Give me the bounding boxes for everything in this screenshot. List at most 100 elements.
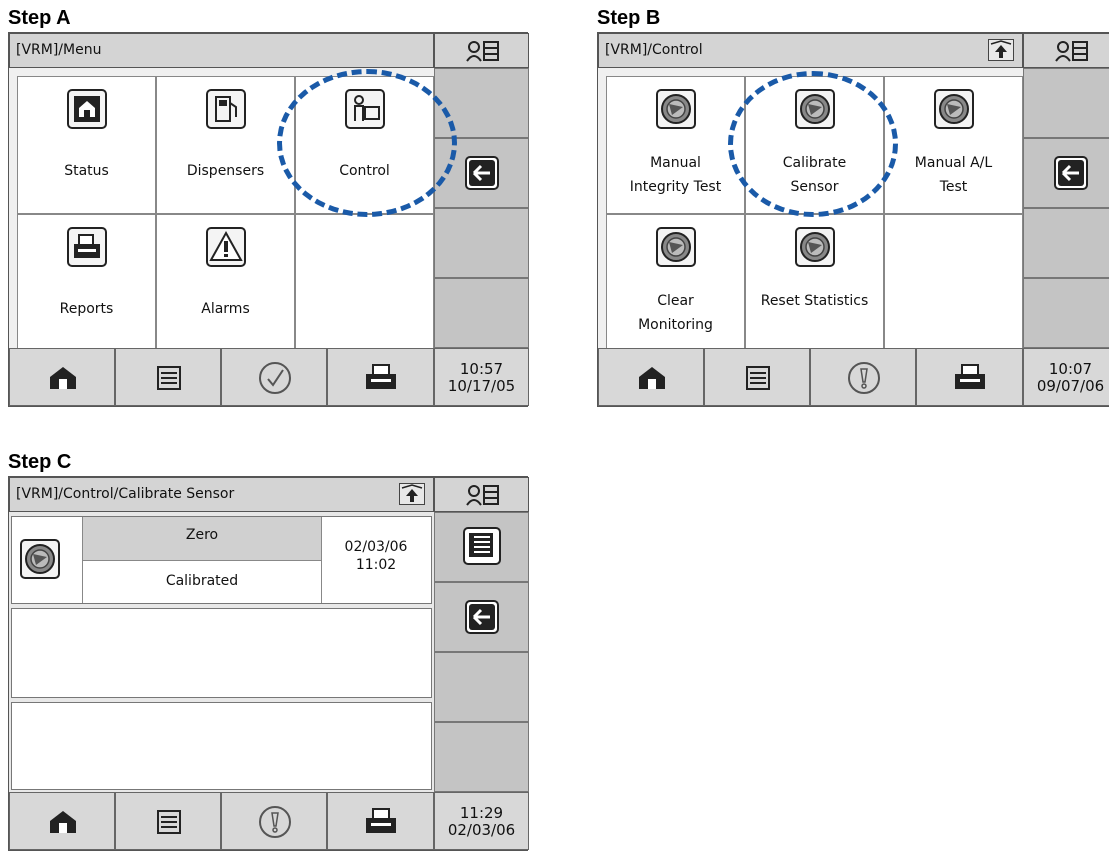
step-b-screen: [VRM]/Control Manual Integrity Test Cali… xyxy=(597,32,1109,407)
acknowledge-button[interactable] xyxy=(221,348,327,406)
list-button[interactable] xyxy=(115,792,221,850)
tile-alarms[interactable]: Alarms xyxy=(156,214,295,352)
up-button[interactable] xyxy=(988,39,1014,61)
sensor-gauge-icon xyxy=(794,227,835,267)
tile-label: Alarms xyxy=(201,301,250,317)
checkmark-icon xyxy=(259,362,291,394)
printer-icon xyxy=(366,808,396,833)
tile-label: Status xyxy=(64,163,109,179)
breadcrumb: [VRM]/Control/Calibrate Sensor xyxy=(16,486,235,502)
back-button[interactable] xyxy=(1023,138,1109,208)
list-icon xyxy=(157,810,181,834)
tile-empty xyxy=(295,214,434,352)
up-arrow-icon xyxy=(990,40,1012,58)
step-b-label: Step B xyxy=(597,7,661,29)
clock-date: 10/17/05 xyxy=(447,377,516,395)
side-button-4[interactable] xyxy=(434,722,529,792)
back-button[interactable] xyxy=(434,582,529,652)
alert-button[interactable] xyxy=(810,348,916,406)
home-button[interactable] xyxy=(9,348,115,406)
calibration-panel: Zero Calibrated 02/03/06 11:02 xyxy=(9,512,434,792)
side-button-4[interactable] xyxy=(434,278,529,348)
empty-row xyxy=(11,702,432,790)
sensor-gauge-icon xyxy=(933,89,974,129)
list-icon xyxy=(746,366,770,390)
step-c-screen: [VRM]/Control/Calibrate Sensor Zero Cali… xyxy=(8,476,529,851)
home-icon xyxy=(50,811,76,833)
tile-manual-integrity-test[interactable]: Manual Integrity Test xyxy=(606,76,745,214)
clock-time: 10:07 xyxy=(1048,360,1093,378)
clock: 10:57 10/17/05 xyxy=(434,348,529,406)
highlight-oval xyxy=(277,69,457,217)
tile-status[interactable]: Status xyxy=(17,76,156,214)
alert-circle-icon xyxy=(259,806,291,838)
title-bar: [VRM]/Control xyxy=(598,33,1023,68)
home-icon xyxy=(66,89,107,129)
side-panel xyxy=(434,68,529,348)
tile-manual-al-test[interactable]: Manual A/L Test xyxy=(884,76,1023,214)
tile-label: Reports xyxy=(59,301,114,317)
side-button-4[interactable] xyxy=(1023,278,1109,348)
step-a-screen: [VRM]/Menu Status Dispensers Control Rep… xyxy=(8,32,529,407)
user-panel-icon xyxy=(1055,41,1088,62)
home-button[interactable] xyxy=(598,348,704,406)
clock-time: 11:29 xyxy=(459,804,504,822)
alert-circle-icon xyxy=(848,362,880,394)
user-panel-button[interactable] xyxy=(1023,33,1109,68)
breadcrumb: [VRM]/Control xyxy=(605,42,703,58)
side-panel xyxy=(1023,68,1109,348)
tile-label-line1: Reset Statistics xyxy=(760,293,869,309)
back-arrow-icon xyxy=(1054,156,1088,190)
highlight-oval xyxy=(728,71,898,217)
side-button-3[interactable] xyxy=(434,652,529,722)
step-a-label: Step A xyxy=(8,7,71,29)
tile-label-line1: Manual xyxy=(650,155,701,171)
stacked-list-icon xyxy=(463,527,501,565)
up-button[interactable] xyxy=(399,483,425,505)
step-c-label: Step C xyxy=(8,451,72,473)
printer-icon xyxy=(66,227,107,267)
clock-date: 09/07/06 xyxy=(1036,377,1105,395)
side-button-3[interactable] xyxy=(1023,208,1109,278)
user-panel-button[interactable] xyxy=(434,477,529,512)
side-button-1[interactable] xyxy=(1023,68,1109,138)
bottom-toolbar: 10:07 09/07/06 xyxy=(598,348,1109,406)
title-bar: [VRM]/Menu xyxy=(9,33,434,68)
status-value: Calibrated xyxy=(165,573,239,589)
tile-label-line1: Clear xyxy=(657,293,694,309)
home-button[interactable] xyxy=(9,792,115,850)
home-icon xyxy=(639,367,665,389)
tile-clear-monitoring[interactable]: Clear Monitoring xyxy=(606,214,745,352)
back-arrow-icon xyxy=(465,600,499,634)
tile-label-line2: Integrity Test xyxy=(629,179,722,195)
user-panel-icon xyxy=(466,485,499,506)
history-button[interactable] xyxy=(434,512,529,582)
clock: 11:29 02/03/06 xyxy=(434,792,529,850)
print-button[interactable] xyxy=(916,348,1023,406)
warning-icon xyxy=(205,227,246,267)
print-button[interactable] xyxy=(327,348,434,406)
tile-reset-statistics[interactable]: Reset Statistics xyxy=(745,214,884,352)
list-button[interactable] xyxy=(115,348,221,406)
home-icon xyxy=(50,367,76,389)
user-panel-button[interactable] xyxy=(434,33,529,68)
tile-label-line2: Test xyxy=(939,179,968,195)
tile-reports[interactable]: Reports xyxy=(17,214,156,352)
tile-label-line2: Monitoring xyxy=(638,317,713,333)
sensor-record-row[interactable]: Zero Calibrated 02/03/06 11:02 xyxy=(11,516,432,604)
tile-label-line1: Manual A/L xyxy=(914,155,993,171)
empty-row xyxy=(11,608,432,698)
list-button[interactable] xyxy=(704,348,810,406)
tile-dispensers[interactable]: Dispensers xyxy=(156,76,295,214)
print-button[interactable] xyxy=(327,792,434,850)
side-button-3[interactable] xyxy=(434,208,529,278)
back-arrow-icon xyxy=(465,156,499,190)
zero-label: Zero xyxy=(185,527,219,543)
clock: 10:07 09/07/06 xyxy=(1023,348,1109,406)
list-icon xyxy=(157,366,181,390)
printer-icon xyxy=(366,364,396,389)
record-date: 02/03/06 xyxy=(344,539,408,555)
tile-empty xyxy=(884,214,1023,352)
bottom-toolbar: 11:29 02/03/06 xyxy=(9,792,529,850)
alert-button[interactable] xyxy=(221,792,327,850)
